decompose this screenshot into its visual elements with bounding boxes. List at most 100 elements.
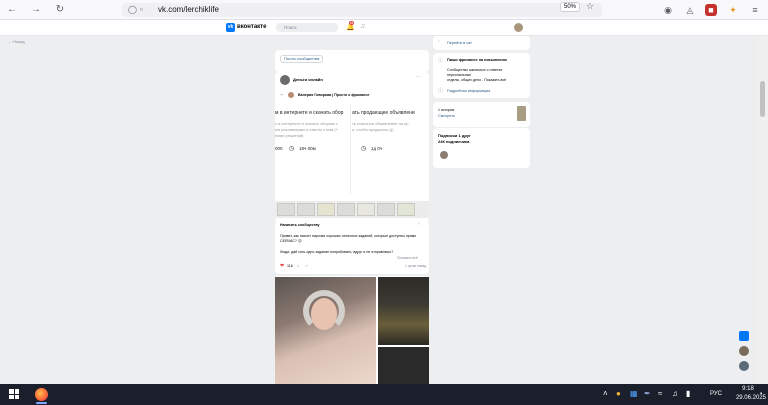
posts-tab-card: Посты сообщества xyxy=(275,50,429,72)
slide-right-title: ать продающее объявлени xyxy=(352,110,415,116)
windows-start-icon[interactable] xyxy=(9,389,19,399)
repost-icon: ↪ xyxy=(280,93,283,97)
more-options-icon[interactable]: ⋯ xyxy=(416,74,421,80)
url-text[interactable]: vk.com/lerchiklife xyxy=(158,5,219,14)
info-title: Пиши фрилансе на письменное xyxy=(447,58,508,62)
notifications-icon[interactable]: ▪ xyxy=(760,389,762,399)
info-line: персональных xyxy=(447,73,472,77)
browser-toolbar: ← → ↻ ◯ ▫ vk.com/lerchiklife 50% ☆ ◉ ◬ ■… xyxy=(0,0,768,20)
carousel-slide-left[interactable]: м в интернете и скачать обор ь в интерне… xyxy=(275,104,351,194)
menu-hamburger-icon[interactable]: ≡ xyxy=(749,4,761,16)
slide-right-time: 1д 0ч xyxy=(371,146,383,151)
share-icon[interactable]: ↗ xyxy=(305,264,308,268)
thumbnail[interactable] xyxy=(357,203,375,216)
thumbnail[interactable] xyxy=(377,203,395,216)
scrollbar-thumb[interactable] xyxy=(760,81,765,117)
chevron-up-icon[interactable]: ˄ xyxy=(603,389,608,399)
vk-logo-icon[interactable]: vk xyxy=(226,23,235,32)
thumbnail[interactable] xyxy=(277,203,295,216)
message-text: Привет, как насчет парочки хороших отлич… xyxy=(280,234,417,243)
tray-app-icon[interactable]: ● xyxy=(616,389,621,399)
story-thumbnail[interactable] xyxy=(517,106,526,121)
vk-search-input[interactable]: Поиск xyxy=(276,23,338,32)
rocket-extension-icon[interactable]: ✦ xyxy=(727,4,739,16)
bookmark-star-icon[interactable]: ☆ xyxy=(586,1,594,12)
more-info-link[interactable]: Подробная информация xyxy=(447,89,490,93)
windows-taskbar: ˄ ● ▦ ✒ ≈ ♫ ▮ РУС 9:18 29.06.2025 ▪ xyxy=(0,384,768,405)
subscribers-count[interactable]: 24К подписчика xyxy=(438,139,469,144)
subscriptions-title[interactable]: Подписки 1 друг xyxy=(438,133,471,138)
heart-icon[interactable]: ❤ xyxy=(280,263,284,269)
vk-logo-text[interactable]: вконтакте xyxy=(237,24,266,30)
snipping-tool-icon[interactable]: ▦ xyxy=(630,389,638,399)
info-line: отделы, общих дело - Показать всё xyxy=(447,78,507,82)
thumbnail[interactable] xyxy=(297,203,315,216)
post-photo-side[interactable] xyxy=(378,277,429,345)
shield-icon[interactable]: ◯ xyxy=(128,5,137,14)
arrow-right-icon[interactable]: › xyxy=(418,221,420,227)
photo-face xyxy=(311,298,337,330)
clock-time[interactable]: 9:18 xyxy=(738,386,758,392)
reload-icon[interactable]: ↻ xyxy=(54,4,66,16)
post-card: Деньги онлайн ⋯ ↪ Валерия Говорова | Про… xyxy=(275,72,429,222)
tab-community-posts[interactable]: Посты сообщества xyxy=(280,55,324,63)
user-avatar[interactable] xyxy=(514,23,523,32)
sidebar-subscriptions-card: Подписки 1 друг 24К подписчика xyxy=(433,128,530,168)
post-photo-side[interactable] xyxy=(378,347,429,384)
likes-count: 116 xyxy=(287,264,293,268)
info-line: Сообщество школьных о ответах xyxy=(447,68,503,72)
thumbnail[interactable] xyxy=(397,203,415,216)
wifi-icon[interactable]: ≈ xyxy=(658,389,662,399)
active-app-indicator xyxy=(36,402,47,404)
forward-arrow-icon[interactable]: → xyxy=(30,4,42,16)
music-note-icon[interactable]: ♫ xyxy=(360,23,365,30)
carousel-slide-right[interactable]: ать продающее объявлени ть классное объя… xyxy=(352,104,429,194)
lock-icon[interactable]: ▫ xyxy=(140,5,143,14)
address-bar[interactable]: ◯ ▫ vk.com/lerchiklife xyxy=(122,3,602,17)
go-to-chat-link[interactable]: Перейти в чат xyxy=(447,41,472,45)
extension-badge-icon[interactable]: ■ xyxy=(705,4,717,16)
slide-left-line: ними решений) xyxy=(275,133,304,138)
clock-icon: ◷ xyxy=(289,146,295,152)
page-scrollbar[interactable] xyxy=(757,36,768,384)
message-community-card: Написать сообществу › Привет, как насчет… xyxy=(275,220,429,274)
account-icon[interactable]: ◉ xyxy=(662,4,674,16)
stories-open-link[interactable]: Смотреть xyxy=(438,114,455,118)
firefox-icon[interactable] xyxy=(35,388,48,401)
sidebar-stories-card: 1 история Смотреть xyxy=(433,102,530,127)
chat-icon: ▫ xyxy=(438,39,440,45)
speaker-icon[interactable]: ♫ xyxy=(672,389,678,399)
comment-icon[interactable]: □ xyxy=(297,264,299,268)
feed-column: Посты сообщества Деньги онлайн ⋯ ↪ Валер… xyxy=(275,36,429,384)
pen-icon[interactable]: ✒ xyxy=(644,389,651,399)
extensions-puzzle-icon[interactable]: ◬ xyxy=(684,4,696,16)
info-icon: ⓘ xyxy=(438,58,444,64)
slide-right-line: ть классное объявление на пр xyxy=(352,121,409,126)
message-community-title[interactable]: Написать сообществу xyxy=(280,223,319,227)
post-time: 1 сутки назад xyxy=(405,264,427,268)
battery-icon[interactable]: ▮ xyxy=(686,389,690,399)
stories-count[interactable]: 1 история xyxy=(438,108,454,112)
community-avatar[interactable] xyxy=(280,75,290,85)
show-all-link[interactable]: Показать всё xyxy=(397,256,418,260)
zoom-level-badge[interactable]: 50% xyxy=(560,2,580,12)
clock-icon: ◷ xyxy=(361,146,367,152)
post-author[interactable]: Деньги онлайн xyxy=(293,77,323,82)
chat-avatar-widget[interactable] xyxy=(739,346,749,356)
slide-left-line: ми рекламными и ответы к ним (+ xyxy=(275,127,338,132)
back-arrow-icon[interactable]: ← xyxy=(6,4,18,16)
sidebar-contact-card: ▫ Перейти в чат xyxy=(433,36,530,50)
thumbnail[interactable] xyxy=(317,203,335,216)
thumbnail[interactable] xyxy=(337,203,355,216)
slide-left-line: ь в интернете и скачать сборник с xyxy=(275,121,339,126)
language-indicator[interactable]: РУС xyxy=(710,391,722,397)
slide-left-title: м в интернете и скачать обор xyxy=(275,110,344,116)
repost-author[interactable]: Валерия Говорова | Просто о фрилансе xyxy=(298,93,369,97)
friend-avatar[interactable] xyxy=(440,151,448,159)
back-link[interactable]: ← Назад xyxy=(8,39,25,44)
slide-left-time: 18ч 00м xyxy=(299,146,316,151)
chat-avatar-widget[interactable] xyxy=(739,361,749,371)
repost-author-avatar[interactable] xyxy=(288,92,294,98)
thumbnail-strip xyxy=(275,201,429,218)
vk-messenger-widget-icon[interactable] xyxy=(739,331,749,341)
